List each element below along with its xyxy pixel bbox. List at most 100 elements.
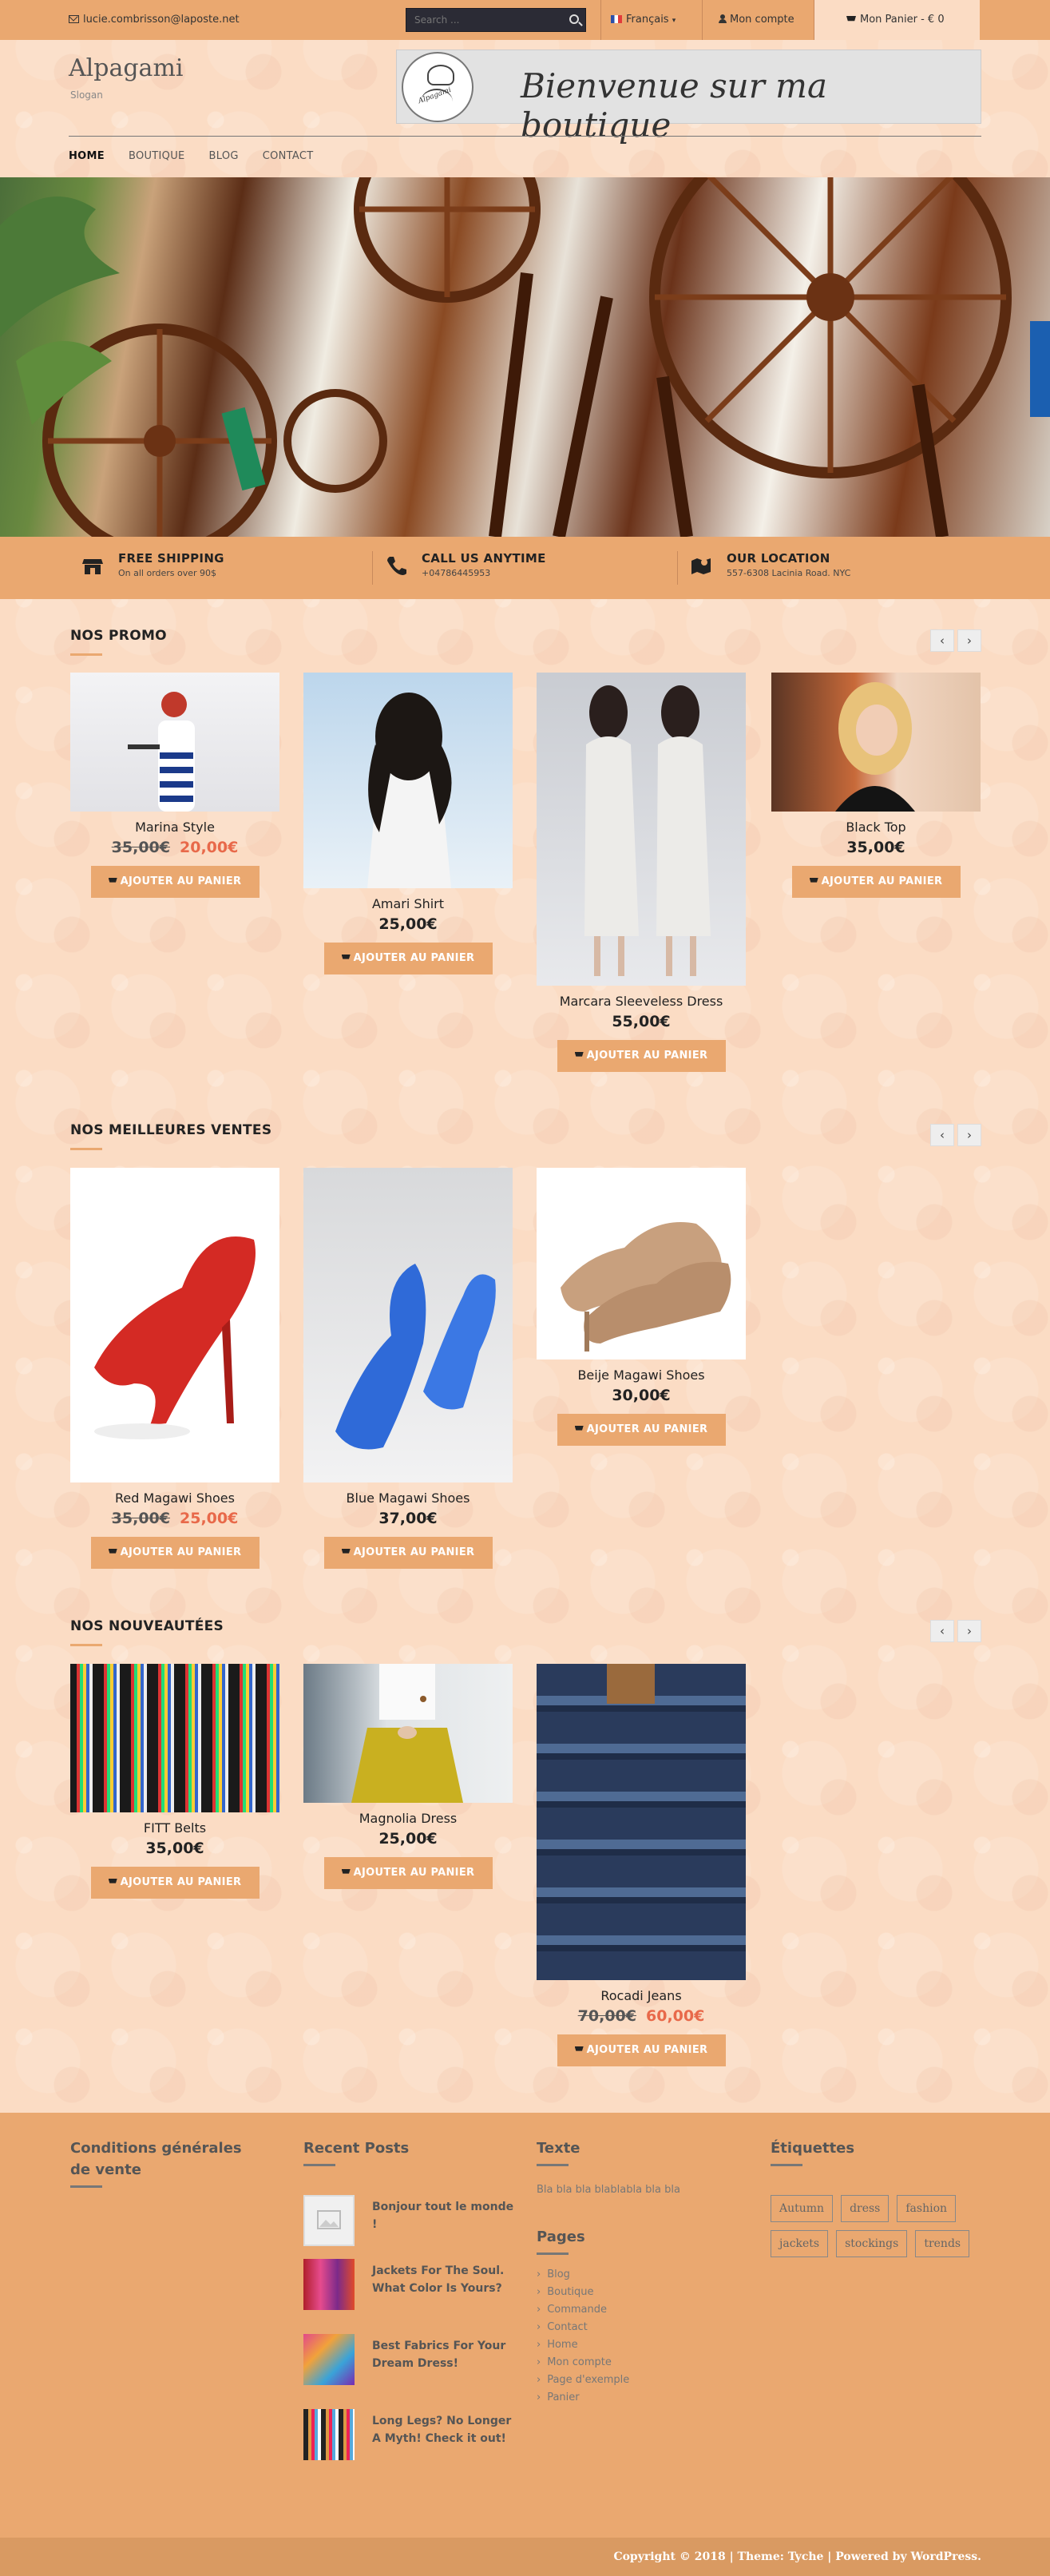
prev-arrow-icon[interactable]: ‹	[930, 1620, 954, 1642]
next-arrow-icon[interactable]: ›	[957, 1620, 981, 1642]
add-to-cart-button[interactable]: AJOUTER AU PANIER	[323, 943, 493, 974]
cart-icon	[574, 2046, 584, 2051]
site-slogan: Slogan	[70, 89, 103, 101]
product-image[interactable]	[771, 673, 981, 812]
add-to-cart-button[interactable]: AJOUTER AU PANIER	[557, 1414, 726, 1446]
banner-welcome-text: Bienvenue sur ma boutique	[521, 66, 827, 145]
cart-icon	[108, 1879, 117, 1883]
product-image[interactable]	[537, 1168, 746, 1359]
page-link[interactable]: Blog	[537, 2266, 744, 2284]
page-link[interactable]: Contact	[537, 2319, 744, 2336]
page-link[interactable]: Boutique	[537, 2284, 744, 2301]
product-card: Blue Magawi Shoes 37,00€ AJOUTER AU PANI…	[303, 1168, 513, 1569]
header-divider	[69, 136, 981, 137]
site-title[interactable]: Alpagami	[69, 54, 183, 82]
page-link[interactable]: Commande	[537, 2301, 744, 2319]
tag-link[interactable]: trends	[915, 2230, 970, 2257]
nav-boutique[interactable]: BOUTIQUE	[129, 150, 185, 162]
product-card: Black Top 35,00€ AJOUTER AU PANIER	[771, 673, 981, 898]
feature-location: OUR LOCATION 557-6308 Lacinia Road. NYC	[691, 551, 850, 578]
add-to-cart-button[interactable]: AJOUTER AU PANIER	[557, 2034, 726, 2066]
product-image[interactable]	[303, 1664, 513, 1803]
product-image[interactable]	[303, 673, 513, 888]
add-to-cart-button[interactable]: AJOUTER AU PANIER	[323, 1857, 493, 1889]
cart-icon	[341, 1869, 351, 1874]
store-icon	[82, 559, 103, 574]
page-link[interactable]: Home	[537, 2336, 744, 2354]
prev-arrow-icon[interactable]: ‹	[930, 629, 954, 652]
product-image[interactable]	[70, 1168, 279, 1482]
footer-col-conditions: Conditions générales de vente	[70, 2137, 262, 2188]
tag-link[interactable]: jackets	[771, 2230, 829, 2257]
section-title-new: NOS NOUVEAUTÉES	[70, 1618, 224, 1634]
header-banner: Alpagami Bienvenue sur ma boutique	[396, 50, 981, 145]
tag-link[interactable]: stockings	[836, 2230, 908, 2257]
account-link[interactable]: Mon compte	[703, 0, 814, 40]
nav-blog[interactable]: BLOG	[209, 150, 239, 162]
add-to-cart-button[interactable]: AJOUTER AU PANIER	[90, 1537, 260, 1569]
product-image[interactable]	[303, 1168, 513, 1482]
product-card: Marina Style 35,00€ 20,00€ AJOUTER AU PAN…	[70, 673, 279, 898]
phone-icon	[387, 557, 406, 575]
hero-image	[0, 177, 1050, 537]
add-to-cart-button[interactable]: AJOUTER AU PANIER	[557, 1040, 726, 1072]
product-card: Beije Magawi Shoes 30,00€ AJOUTER AU PAN…	[537, 1168, 746, 1446]
copyright-text: Copyright © 2018 | Theme: Tyche | Powere…	[613, 2550, 981, 2563]
copyright-bar: Copyright © 2018 | Theme: Tyche | Powere…	[0, 2538, 1050, 2576]
add-to-cart-button[interactable]: AJOUTER AU PANIER	[90, 866, 260, 898]
footer-underline	[537, 2164, 569, 2166]
cart-icon	[341, 955, 351, 959]
tag-link[interactable]: Autumn	[771, 2195, 834, 2222]
section-underline	[70, 653, 102, 656]
cart-link[interactable]: Mon Panier - € 0	[814, 0, 980, 40]
map-icon	[691, 558, 711, 574]
section-underline	[70, 1644, 102, 1646]
language-switcher[interactable]: Français ▾	[600, 0, 703, 40]
product-image[interactable]	[70, 673, 279, 812]
product-card: Red Magawi Shoes 35,00€ 25,00€ AJOUTER AU…	[70, 1168, 279, 1569]
cart-icon	[108, 1549, 117, 1554]
page-link[interactable]: Panier	[537, 2389, 744, 2407]
nav-home[interactable]: HOME	[69, 150, 105, 162]
next-arrow-icon[interactable]: ›	[957, 1124, 981, 1146]
feature-call: CALL US ANYTIME +04786445953	[387, 551, 546, 578]
footer-col-texte: Texte Bla bla bla blablabla bla bla Page…	[537, 2137, 744, 2407]
footer-col-recent-posts: Recent Posts	[303, 2137, 511, 2166]
carousel-arrows: ‹ ›	[930, 1124, 981, 1146]
post-thumbnail	[303, 2409, 355, 2460]
cart-icon	[574, 1052, 584, 1057]
add-to-cart-button[interactable]: AJOUTER AU PANIER	[323, 1537, 493, 1569]
tag-link[interactable]: dress	[841, 2195, 890, 2222]
product-card: Marcara Sleeveless Dress 55,00€ AJOUTER …	[537, 673, 746, 1072]
envelope-icon	[69, 15, 79, 23]
main-nav: HOME BOUTIQUE BLOG CONTACT	[69, 150, 314, 162]
cart-icon	[341, 1549, 351, 1554]
section-title-best-sellers: NOS MEILLEURES VENTES	[70, 1122, 272, 1138]
nav-contact[interactable]: CONTACT	[263, 150, 314, 162]
top-bar: lucie.combrisson@laposte.net Français ▾ …	[0, 0, 1050, 40]
add-to-cart-button[interactable]: AJOUTER AU PANIER	[791, 866, 961, 898]
post-thumbnail	[303, 2334, 355, 2385]
search-icon[interactable]	[569, 14, 579, 24]
chevron-down-icon: ▾	[672, 17, 676, 25]
texte-body: Bla bla bla blablabla bla bla	[537, 2184, 680, 2196]
product-image[interactable]	[537, 1664, 746, 1980]
shop-logo: Alpagami	[402, 52, 473, 122]
prev-arrow-icon[interactable]: ‹	[930, 1124, 954, 1146]
cart-icon	[574, 1426, 584, 1431]
section-underline	[70, 1148, 102, 1150]
page-link[interactable]: Page d'exemple	[537, 2372, 744, 2389]
post-thumbnail	[303, 2195, 355, 2246]
tag-link[interactable]: fashion	[897, 2195, 957, 2222]
page-link[interactable]: Mon compte	[537, 2354, 744, 2372]
product-image[interactable]	[70, 1664, 279, 1812]
add-to-cart-button[interactable]: AJOUTER AU PANIER	[90, 1867, 260, 1899]
cart-icon	[809, 878, 818, 883]
post-thumbnail	[303, 2259, 355, 2310]
next-arrow-icon[interactable]: ›	[957, 629, 981, 652]
product-image[interactable]	[537, 673, 746, 986]
search-input[interactable]	[406, 9, 558, 31]
product-card: Magnolia Dress 25,00€ AJOUTER AU PANIER	[303, 1664, 513, 1889]
carousel-arrows: ‹ ›	[930, 629, 981, 652]
contact-email[interactable]: lucie.combrisson@laposte.net	[69, 14, 240, 26]
